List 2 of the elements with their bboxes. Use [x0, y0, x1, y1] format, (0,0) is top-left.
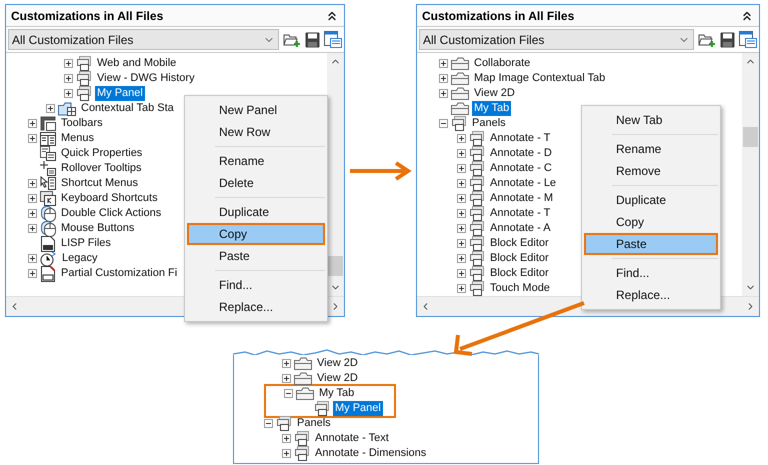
panel-title: Customizations in All Files — [11, 8, 164, 24]
panel-title: Customizations in All Files — [422, 8, 574, 24]
